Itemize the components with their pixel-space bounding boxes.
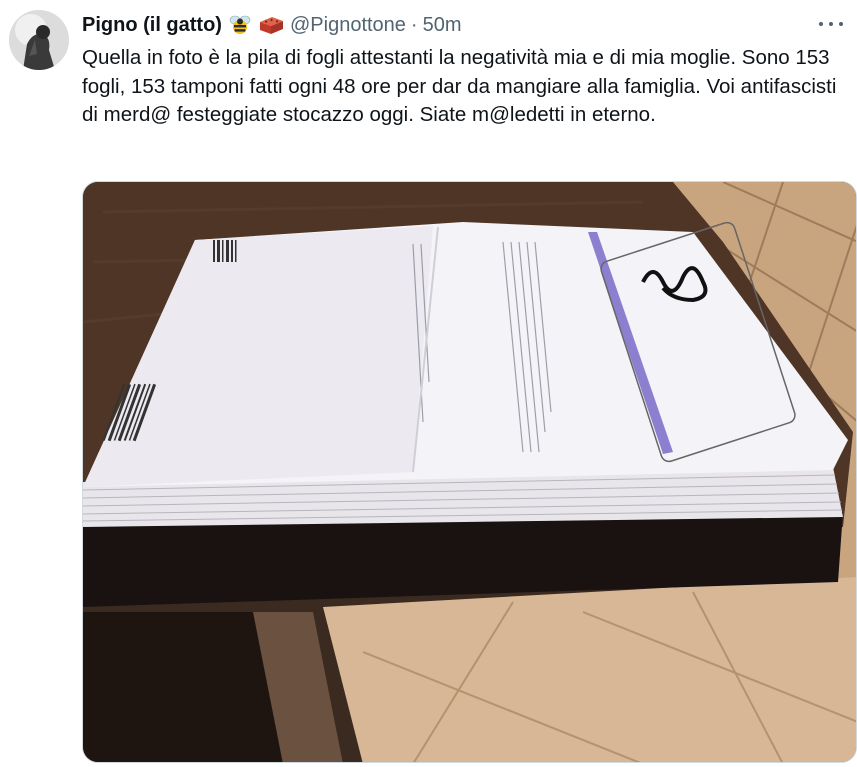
tweet-text: Quella in foto è la pila di fogli attest… xyxy=(82,46,837,126)
dot-icon xyxy=(829,22,833,26)
dot-icon xyxy=(839,22,843,26)
timestamp[interactable]: 50m xyxy=(423,14,462,37)
user-handle[interactable]: @Pignottone xyxy=(290,14,406,37)
photo-image xyxy=(83,182,856,762)
tweet-photo[interactable] xyxy=(82,181,857,763)
tweet-card[interactable]: Pigno (il gatto) @Pignottone · 50m Quell… xyxy=(0,0,857,767)
display-name[interactable]: Pigno (il gatto) xyxy=(82,14,222,37)
avatar[interactable] xyxy=(9,10,69,70)
tweet-header: Pigno (il gatto) @Pignottone · 50m xyxy=(82,12,462,38)
separator-dot: · xyxy=(410,13,418,36)
brick-emoji-icon xyxy=(258,14,283,36)
dot-icon xyxy=(819,22,823,26)
more-options-button[interactable] xyxy=(819,14,843,34)
bee-emoji-icon xyxy=(228,14,252,36)
